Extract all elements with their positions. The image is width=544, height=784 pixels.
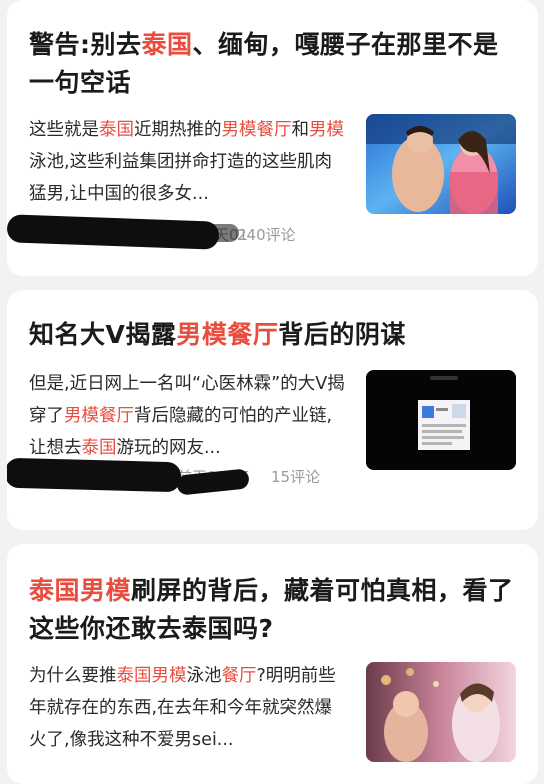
redaction-mark xyxy=(179,224,239,242)
article-card[interactable]: 知名大V揭露男模餐厅背后的阴谋 但是,近日网上一名叫“心医林霖”的大V揭穿了男模… xyxy=(7,290,538,530)
article-card[interactable]: 泰国男模刷屏的背后，藏着可怕真相，看了这些你还敢去泰国吗? 为什么要推泰国男模泳… xyxy=(7,544,538,784)
article-title[interactable]: 警告:别去泰国、缅甸，嘎腰子在那里不是一句空话 xyxy=(29,26,516,102)
pool-party-photo xyxy=(366,114,516,214)
article-thumbnail[interactable] xyxy=(366,114,516,214)
article-snippet: 这些就是泰国近期热推的男模餐厅和男模泳池,这些利益集团拼命打造的这些肌肉猛男,让… xyxy=(29,120,344,204)
article-thumbnail[interactable] xyxy=(366,370,516,470)
comment-count: 15评论 xyxy=(271,468,321,486)
article-card[interactable]: 警告:别去泰国、缅甸，嘎腰子在那里不是一句空话 这些就是泰国近期热推的男模餐厅和… xyxy=(7,0,538,276)
phone-screenshot xyxy=(366,370,516,470)
redaction-mark xyxy=(7,457,182,493)
article-snippet: 但是,近日网上一名叫“心医林霖”的大V揭穿了男模餐厅背后隐藏的可怕的产业链,让想… xyxy=(29,374,345,458)
article-snippet: 为什么要推泰国男模泳池餐厅?明明前些年就存在的东西,在去年和今年就突然爆火了,像… xyxy=(29,666,336,750)
party-crowd-photo xyxy=(366,662,516,762)
article-thumbnail[interactable] xyxy=(366,662,516,762)
article-title[interactable]: 泰国男模刷屏的背后，藏着可怕真相，看了这些你还敢去泰国吗? xyxy=(29,572,516,648)
comment-count: 240评论 xyxy=(237,226,296,244)
article-title[interactable]: 知名大V揭露男模餐厅背后的阴谋 xyxy=(29,316,516,354)
